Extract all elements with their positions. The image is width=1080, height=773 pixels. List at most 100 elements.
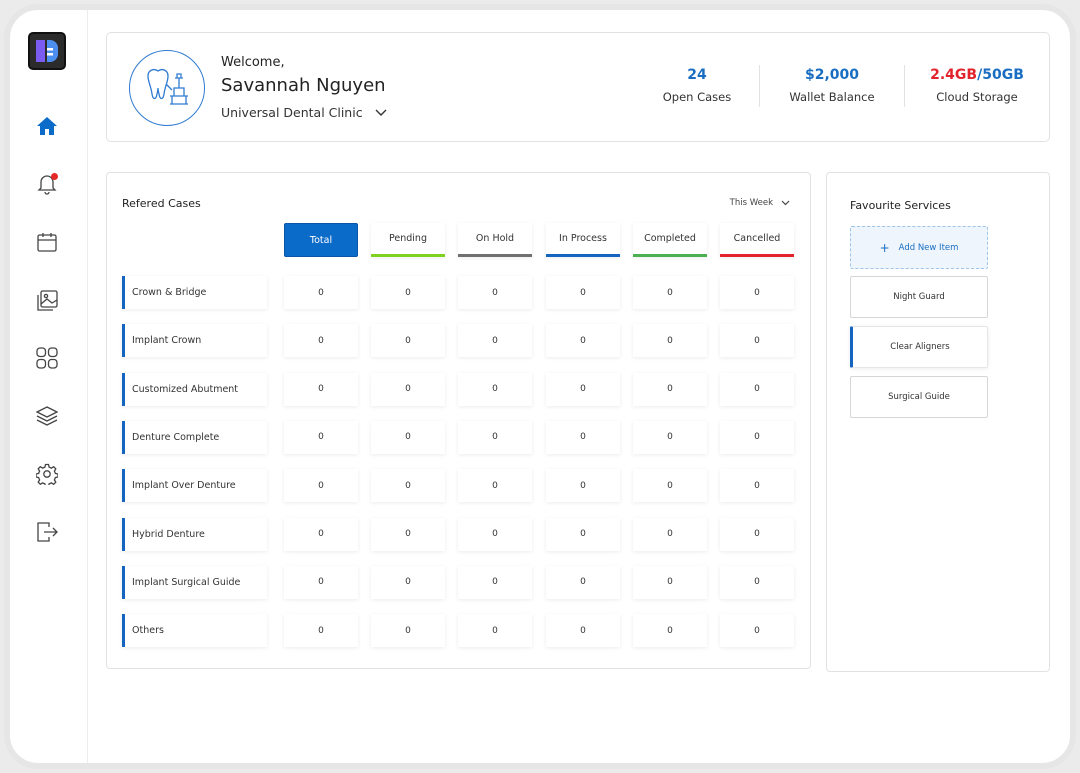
case-count-cell[interactable]: 0 [371, 517, 445, 551]
case-count-cell[interactable]: 0 [284, 517, 358, 551]
tab-cancelled[interactable]: Cancelled [720, 223, 794, 257]
favourite-item-clear-aligners[interactable]: Clear Aligners [850, 326, 988, 368]
case-count-cell[interactable]: 0 [458, 469, 532, 503]
row-label[interactable]: Denture Complete [122, 420, 267, 454]
app-logo[interactable] [28, 32, 66, 70]
period-selector[interactable]: This Week [730, 198, 790, 208]
notification-dot [51, 173, 58, 180]
wallet-balance: $2,000 [804, 67, 860, 83]
row-label[interactable]: Implant Crown [122, 324, 267, 358]
settings-icon[interactable] [35, 462, 59, 486]
case-count-cell[interactable]: 0 [371, 276, 445, 309]
case-count-cell[interactable]: 0 [633, 469, 707, 503]
case-count-cell[interactable]: 0 [371, 614, 445, 648]
case-count-cell[interactable]: 0 [458, 565, 532, 599]
case-count-cell[interactable]: 0 [458, 614, 532, 648]
case-count-cell[interactable]: 0 [371, 469, 445, 503]
chevron-down-icon [375, 109, 387, 116]
tab-total[interactable]: Total [284, 223, 358, 257]
case-count-cell[interactable]: 0 [284, 372, 358, 406]
layers-icon[interactable] [35, 404, 59, 428]
case-count-cell[interactable]: 0 [458, 372, 532, 406]
favourites-title: Favourite Services [850, 199, 951, 212]
case-count-cell[interactable]: 0 [546, 469, 620, 503]
case-count-cell[interactable]: 0 [458, 420, 532, 454]
case-count-cell[interactable]: 0 [633, 565, 707, 599]
favourite-services-panel: Favourite Services + Add New Item Night … [826, 172, 1050, 672]
sidebar [10, 10, 88, 763]
case-count-cell[interactable]: 0 [720, 517, 794, 551]
grid-icon[interactable] [35, 346, 59, 370]
case-count-cell[interactable]: 0 [633, 614, 707, 648]
case-count-cell[interactable]: 0 [546, 517, 620, 551]
case-count-cell[interactable]: 0 [720, 324, 794, 358]
referred-cases-panel: Refered Cases This Week Total Pending On H… [106, 172, 811, 669]
wallet-label: Wallet Balance [789, 90, 875, 104]
case-count-cell[interactable]: 0 [284, 420, 358, 454]
chevron-down-icon [781, 200, 790, 206]
case-count-cell[interactable]: 0 [720, 565, 794, 599]
storage-total: 50GB [982, 67, 1024, 83]
case-count-cell[interactable]: 0 [284, 469, 358, 503]
favourite-item-surgical-guide[interactable]: Surgical Guide [850, 376, 988, 418]
row-label[interactable]: Implant Surgical Guide [122, 565, 267, 599]
case-count-cell[interactable]: 0 [371, 324, 445, 358]
clinic-name: Universal Dental Clinic [221, 105, 363, 120]
case-count-cell[interactable]: 0 [633, 517, 707, 551]
case-count-cell[interactable]: 0 [546, 372, 620, 406]
case-count-cell[interactable]: 0 [720, 420, 794, 454]
storage-used: 2.4GB [930, 67, 978, 83]
tooth-icon [147, 69, 169, 100]
storage-value: 2.4GB/50GB [927, 67, 1027, 83]
case-count-cell[interactable]: 0 [633, 276, 707, 309]
open-cases-stat[interactable]: 24 Open Cases [657, 67, 737, 104]
wallet-stat[interactable]: $2,000 Wallet Balance [782, 67, 882, 104]
case-count-cell[interactable]: 0 [458, 276, 532, 309]
gallery-icon[interactable] [35, 288, 59, 312]
row-label[interactable]: Crown & Bridge [122, 276, 267, 309]
case-count-cell[interactable]: 0 [284, 614, 358, 648]
row-label[interactable]: Hybrid Denture [122, 517, 267, 551]
case-count-cell[interactable]: 0 [720, 372, 794, 406]
app-window: Welcome, Savannah Nguyen Universal Denta… [4, 4, 1076, 769]
bell-icon[interactable] [35, 172, 59, 196]
calendar-icon[interactable] [35, 230, 59, 254]
welcome-text: Welcome, [221, 55, 285, 70]
clinic-selector[interactable]: Universal Dental Clinic [221, 105, 387, 120]
case-count-cell[interactable]: 0 [720, 469, 794, 503]
user-name: Savannah Nguyen [221, 75, 386, 96]
case-count-cell[interactable]: 0 [284, 565, 358, 599]
case-count-cell[interactable]: 0 [546, 565, 620, 599]
tab-in-process[interactable]: In Process [546, 223, 620, 257]
case-count-cell[interactable]: 0 [546, 276, 620, 309]
case-count-cell[interactable]: 0 [546, 420, 620, 454]
tab-pending[interactable]: Pending [371, 223, 445, 257]
case-count-cell[interactable]: 0 [371, 372, 445, 406]
cases-title: Refered Cases [122, 197, 201, 210]
favourite-item-night-guard[interactable]: Night Guard [850, 276, 988, 318]
case-count-cell[interactable]: 0 [633, 372, 707, 406]
case-count-cell[interactable]: 0 [633, 324, 707, 358]
case-count-cell[interactable]: 0 [284, 276, 358, 309]
tab-completed[interactable]: Completed [633, 223, 707, 257]
row-label[interactable]: Customized Abutment [122, 372, 267, 406]
add-item-label: Add New Item [898, 242, 959, 253]
case-count-cell[interactable]: 0 [720, 614, 794, 648]
case-count-cell[interactable]: 0 [720, 276, 794, 309]
case-count-cell[interactable]: 0 [546, 614, 620, 648]
tab-on-hold[interactable]: On Hold [458, 223, 532, 257]
case-count-cell[interactable]: 0 [371, 565, 445, 599]
row-label[interactable]: Implant Over Denture [122, 469, 267, 503]
case-count-cell[interactable]: 0 [546, 324, 620, 358]
storage-label: Cloud Storage [936, 90, 1018, 104]
home-icon[interactable] [35, 114, 59, 138]
add-new-item-button[interactable]: + Add New Item [850, 226, 988, 269]
case-count-cell[interactable]: 0 [458, 517, 532, 551]
case-count-cell[interactable]: 0 [371, 420, 445, 454]
case-count-cell[interactable]: 0 [284, 324, 358, 358]
logout-icon[interactable] [35, 520, 59, 544]
storage-stat[interactable]: 2.4GB/50GB Cloud Storage [927, 67, 1027, 104]
row-label[interactable]: Others [122, 614, 267, 648]
case-count-cell[interactable]: 0 [633, 420, 707, 454]
case-count-cell[interactable]: 0 [458, 324, 532, 358]
